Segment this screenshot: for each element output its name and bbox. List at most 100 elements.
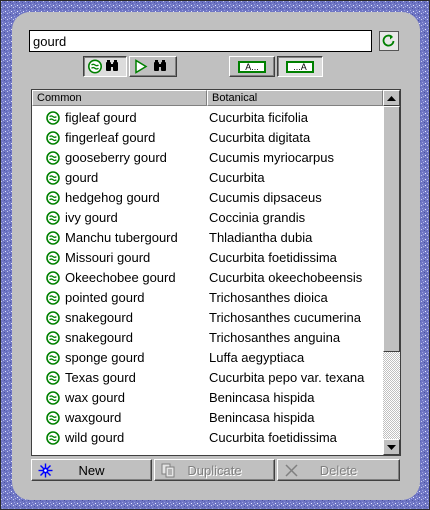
botanical-name-cell: Luffa aegyptiaca xyxy=(209,350,305,365)
common-name-cell: gooseberry gourd xyxy=(65,150,167,165)
common-name-cell: wax gourd xyxy=(65,390,125,405)
table-row[interactable]: wild gourd Cucurbita foetidissima xyxy=(32,428,383,448)
column-header-common[interactable]: Common xyxy=(32,90,207,106)
table-row[interactable]: Missouri gourd Cucurbita foetidissima xyxy=(32,248,383,268)
plant-entry-icon xyxy=(46,371,60,385)
column-header-botanical[interactable]: Botanical xyxy=(207,90,383,106)
match-start-icon: A... xyxy=(238,60,266,73)
table-row[interactable]: hedgehog gourd Cucumis dipsaceus xyxy=(32,188,383,208)
duplicate-button-label: Duplicate xyxy=(187,463,242,478)
table-row[interactable]: pointed gourd Trichosanthes dioica xyxy=(32,288,383,308)
common-name-cell: gourd xyxy=(65,170,99,185)
table-row[interactable]: Manchu tubergourd Thladiantha dubia xyxy=(32,228,383,248)
list-rows: figleaf gourd Cucurbita ficifolia fingerle… xyxy=(32,108,383,448)
plant-entry-icon xyxy=(46,351,60,365)
common-name-cell: fingerleaf gourd xyxy=(65,130,156,145)
plant-entry-icon xyxy=(46,131,60,145)
botanical-name-cell: Thladiantha dubia xyxy=(209,230,313,245)
plant-entry-icon xyxy=(46,391,60,405)
list-header: Common Botanical xyxy=(32,90,383,106)
table-row[interactable]: Texas gourd Cucurbita pepo var. texana xyxy=(32,368,383,388)
find-botanical-toggle[interactable] xyxy=(129,56,177,77)
plant-entry-icon xyxy=(46,291,60,305)
table-row[interactable]: fingerleaf gourd Cucurbita digitata xyxy=(32,128,383,148)
botanical-name-cell: Cucurbita ficifolia xyxy=(209,110,308,125)
botanical-name-cell: Cucumis myriocarpus xyxy=(209,150,334,165)
scroll-track[interactable] xyxy=(383,106,400,439)
plant-entry-icon xyxy=(46,111,60,125)
plant-entry-icon xyxy=(46,171,60,185)
column-header-botanical-label: Botanical xyxy=(212,92,258,104)
plant-entry-icon xyxy=(46,231,60,245)
find-common-toggle[interactable] xyxy=(83,56,127,77)
botanical-name-cell: Trichosanthes cucumerina xyxy=(209,310,361,325)
common-name-cell: ivy gourd xyxy=(65,210,118,225)
botanical-name-cell: Cucurbita digitata xyxy=(209,130,311,145)
table-row[interactable]: snakegourd Trichosanthes cucumerina xyxy=(32,308,383,328)
common-name-cell: sponge gourd xyxy=(65,350,145,365)
arrow-down-icon xyxy=(387,444,396,450)
column-header-common-label: Common xyxy=(37,92,82,104)
botanical-name-cell: Cucurbita foetidissima xyxy=(209,430,337,445)
common-name-cell: snakegourd xyxy=(65,330,133,345)
find-common-icon xyxy=(88,59,118,74)
common-name-cell: pointed gourd xyxy=(65,290,145,305)
scroll-thumb[interactable] xyxy=(383,106,400,352)
search-input[interactable] xyxy=(29,30,372,52)
match-any-toggle[interactable]: ...A xyxy=(277,56,323,77)
duplicate-button[interactable]: Duplicate xyxy=(154,459,275,481)
botanical-name-cell: Cucumis dipsaceus xyxy=(209,190,322,205)
botanical-name-cell: Trichosanthes dioica xyxy=(209,290,328,305)
table-row[interactable]: wax gourd Benincasa hispida xyxy=(32,388,383,408)
botanical-name-cell: Cucurbita xyxy=(209,170,265,185)
find-botanical-icon xyxy=(135,59,166,74)
plant-list[interactable]: Common Botanical figleaf gourd Cucurbita … xyxy=(31,89,401,456)
botanical-name-cell: Coccinia grandis xyxy=(209,210,306,225)
common-name-cell: Texas gourd xyxy=(65,370,136,385)
scroll-up-button[interactable] xyxy=(383,90,400,106)
table-row[interactable]: ivy gourd Coccinia grandis xyxy=(32,208,383,228)
table-row[interactable]: Okeechobee gourd Cucurbita okeechobeensis xyxy=(32,268,383,288)
common-name-cell: hedgehog gourd xyxy=(65,190,160,205)
plant-entry-icon xyxy=(46,211,60,225)
vertical-scrollbar[interactable] xyxy=(383,90,400,455)
arrow-up-icon xyxy=(387,95,396,101)
delete-button[interactable]: Delete xyxy=(277,459,400,481)
table-row[interactable]: snakegourd Trichosanthes anguina xyxy=(32,328,383,348)
plant-entry-icon xyxy=(46,271,60,285)
botanical-name-cell: Benincasa hispida xyxy=(209,410,315,425)
table-row[interactable]: waxgourd Benincasa hispida xyxy=(32,408,383,428)
common-name-cell: wild gourd xyxy=(65,430,125,445)
plant-entry-icon xyxy=(46,411,60,425)
refresh-button[interactable] xyxy=(379,31,399,51)
app-window: A... ...A Common Botanical figleaf gourd… xyxy=(0,0,430,510)
plant-entry-icon xyxy=(46,191,60,205)
plant-entry-icon xyxy=(46,331,60,345)
table-row[interactable]: gourd Cucurbita xyxy=(32,168,383,188)
botanical-name-cell: Cucurbita okeechobeensis xyxy=(209,270,363,285)
common-name-cell: Okeechobee gourd xyxy=(65,270,176,285)
plant-entry-icon xyxy=(46,151,60,165)
botanical-name-cell: Cucurbita foetidissima xyxy=(209,250,337,265)
delete-button-label: Delete xyxy=(319,463,358,478)
new-button-label: New xyxy=(78,463,105,478)
botanical-name-cell: Benincasa hispida xyxy=(209,390,315,405)
new-button[interactable]: New xyxy=(31,459,152,481)
match-start-toggle[interactable]: A... xyxy=(229,56,275,77)
common-name-cell: Missouri gourd xyxy=(65,250,151,265)
plant-entry-icon xyxy=(46,431,60,445)
refresh-icon xyxy=(382,34,395,47)
common-name-cell: Manchu tubergourd xyxy=(65,230,178,245)
scroll-down-button[interactable] xyxy=(383,439,400,455)
table-row[interactable]: gooseberry gourd Cucumis myriocarpus xyxy=(32,148,383,168)
botanical-name-cell: Trichosanthes anguina xyxy=(209,330,341,345)
plant-entry-icon xyxy=(46,251,60,265)
plant-entry-icon xyxy=(46,311,60,325)
table-row[interactable]: sponge gourd Luffa aegyptiaca xyxy=(32,348,383,368)
common-name-cell: snakegourd xyxy=(65,310,133,325)
common-name-cell: figleaf gourd xyxy=(65,110,137,125)
common-name-cell: waxgourd xyxy=(65,410,122,425)
botanical-name-cell: Cucurbita pepo var. texana xyxy=(209,370,365,385)
table-row[interactable]: figleaf gourd Cucurbita ficifolia xyxy=(32,108,383,128)
match-any-icon: ...A xyxy=(286,60,314,73)
